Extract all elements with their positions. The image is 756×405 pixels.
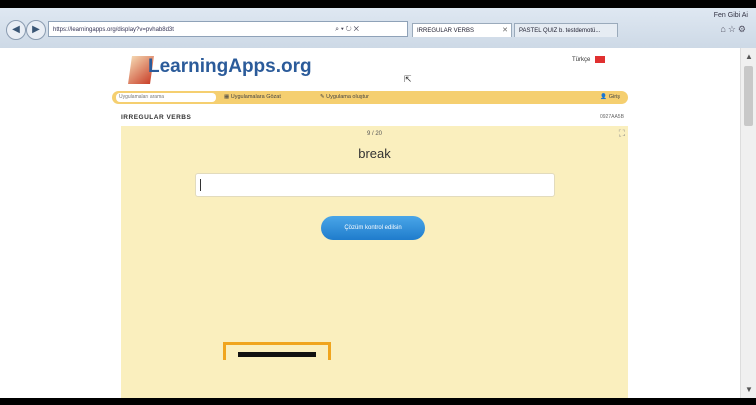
fullscreen-icon[interactable]: ⛶ xyxy=(619,128,625,139)
forward-button[interactable]: ▶ xyxy=(26,20,46,40)
nav-login-link[interactable]: 👤 Giriş xyxy=(600,91,620,104)
vertical-scrollbar[interactable]: ▲ ▼ xyxy=(740,48,756,398)
scroll-down-icon[interactable]: ▼ xyxy=(745,385,753,394)
answer-input[interactable] xyxy=(195,173,555,197)
scroll-up-icon[interactable]: ▲ xyxy=(745,52,753,61)
language-selector[interactable]: Türkçe xyxy=(572,56,606,63)
back-button[interactable]: ◀ xyxy=(6,20,26,40)
answer-slot-bar xyxy=(238,352,316,357)
tab-irregular-verbs[interactable]: IRREGULAR VERBS ✕ xyxy=(412,23,512,37)
window-title: Fen Gibi Ai xyxy=(713,12,748,19)
address-text: https://learningapps.org/display?v=pvhab… xyxy=(53,27,174,33)
question-counter: 9 / 20 xyxy=(366,131,382,137)
answer-slot-frame xyxy=(223,342,331,360)
browser-toolbar-icons[interactable]: ⌂☆⚙ xyxy=(720,24,748,35)
mouse-cursor-icon: ⇱ xyxy=(404,74,412,84)
quiz-app: 9 / 20 ⛶ break Çözüm kontrol edilsin xyxy=(121,126,628,398)
screen: ◀ ▶ https://learningapps.org/display?v=p… xyxy=(0,8,756,398)
nav-create-link[interactable]: ✎ Uygulama oluştur xyxy=(320,91,369,104)
site-navbar: Uygulamaları arama ▦ Uygulamalara Gözat … xyxy=(112,91,628,104)
search-refresh-icon[interactable]: ⌕ ▾ ↻ ✕ xyxy=(335,22,359,36)
text-caret xyxy=(200,179,201,191)
search-input[interactable]: Uygulamaları arama xyxy=(116,93,216,102)
flag-icon xyxy=(595,56,606,63)
address-bar[interactable]: https://learningapps.org/display?v=pvhab… xyxy=(48,21,408,37)
app-id: 0927AA5B xyxy=(600,114,624,120)
tab-pastel-quiz[interactable]: PASTEL QUIZ b. testdemotü... xyxy=(514,23,618,37)
nav-browse-link[interactable]: ▦ Uygulamalara Gözat xyxy=(224,91,281,104)
site-logo[interactable]: LearningApps.org xyxy=(148,56,312,78)
page: LearningApps.org Türkçe ⇱ Uygulamaları a… xyxy=(0,48,740,398)
check-answer-button[interactable]: Çözüm kontrol edilsin xyxy=(321,216,425,240)
app-title: IRREGULAR VERBS xyxy=(121,114,192,121)
prompt-word: break xyxy=(358,146,391,161)
browser-chrome: ◀ ▶ https://learningapps.org/display?v=p… xyxy=(0,8,756,49)
close-icon[interactable]: ✕ xyxy=(502,24,508,37)
scroll-thumb[interactable] xyxy=(744,66,753,126)
